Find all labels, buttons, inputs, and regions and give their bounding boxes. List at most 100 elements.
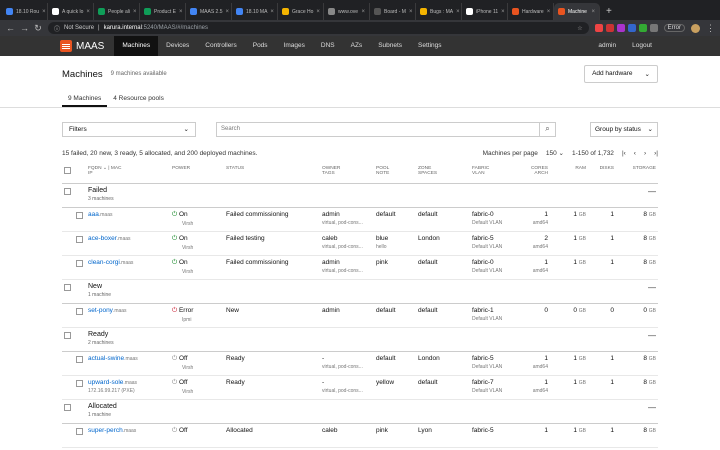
table-row[interactable]: super-perch.maas ⏻ Off Allocated caleb pink L… [62,423,658,448]
group-checkbox[interactable] [64,403,71,411]
add-hardware-button[interactable]: Add hardware ⌄ [584,65,658,83]
machine-hostname-link[interactable]: upward-sole [88,379,123,386]
col-fabric[interactable]: FABRIC VLAN [470,162,520,184]
col-status[interactable]: STATUS [224,162,320,184]
nav-link-images[interactable]: Images [276,36,313,56]
table-row[interactable]: aaa.maas ⏻ On Virsh Failed commissioning adm… [62,207,658,232]
close-icon[interactable]: × [456,9,460,15]
extension-icon[interactable] [638,24,647,32]
row-checkbox[interactable] [76,307,83,315]
group-row[interactable]: Allocated 1 machine — [62,399,658,424]
table-row[interactable]: set-pony.maas ⏻ Error Ipmi New admin default d… [62,303,658,328]
table-row[interactable]: upward-sole.maas 172.16.99.217 (PXE) ⏻ Off… [62,375,658,400]
filters-dropdown[interactable]: Filters ⌄ [62,121,196,137]
power-icon[interactable]: ⏻ [172,259,179,266]
close-icon[interactable]: × [86,9,90,15]
browser-tab[interactable]: Bugs : MA × [416,3,462,20]
col-owner[interactable]: OWNER TAGS [320,162,374,184]
browser-tab[interactable]: 18.10 Rou × [2,3,48,20]
collapse-group-icon[interactable]: — [648,187,656,196]
col-disks[interactable]: DISKS [588,162,616,184]
row-checkbox[interactable] [76,379,83,387]
machine-hostname-link[interactable]: ace-boxer [88,235,117,242]
browser-tab[interactable]: Product E × [140,3,186,20]
power-icon[interactable]: ⏻ [172,235,179,242]
table-row[interactable]: ace-boxer.maas ⏻ On Virsh Failed testing cal… [62,231,658,256]
tab-resource-pools[interactable]: 4 Resource pools [107,92,170,107]
prev-page-icon[interactable]: ‹ [634,150,636,157]
browser-tab[interactable]: A quick lo × [48,3,94,20]
extension-icon[interactable] [594,24,603,32]
close-icon[interactable]: × [42,9,46,15]
col-fqdn[interactable]: FQDN ⌄ | MAC IP [86,162,170,184]
col-ram[interactable]: RAM [550,162,588,184]
close-icon[interactable]: × [133,9,137,15]
search-icon[interactable]: ⌕ [539,122,555,136]
nav-link-subnets[interactable]: Subnets [370,36,410,56]
group-checkbox[interactable] [64,331,71,339]
search-input[interactable]: Search [217,123,539,136]
new-tab-icon[interactable]: + [600,3,618,20]
col-cores[interactable]: CORES ARCH [520,162,550,184]
table-row[interactable]: actual-swine.maas ⏻ Off Virsh Ready - virtual… [62,351,658,376]
close-icon[interactable]: × [409,9,413,15]
close-icon[interactable]: × [226,9,230,15]
profile-avatar[interactable] [691,23,700,33]
browser-tab[interactable]: 18.10 MA × [232,3,278,20]
logout-link[interactable]: Logout [624,36,660,56]
row-checkbox[interactable] [76,235,83,243]
power-icon[interactable]: ⏻ [172,211,179,218]
extension-icon[interactable] [605,24,614,32]
row-checkbox[interactable] [76,211,83,219]
group-by-select[interactable]: Group by status ⌄ [590,121,658,137]
extension-icon[interactable] [616,24,625,32]
browser-tab[interactable]: Board - M × [370,3,416,20]
star-icon[interactable]: ☆ [577,25,582,32]
group-row[interactable]: New 1 machine — [62,279,658,304]
machine-hostname-link[interactable]: actual-swine [88,355,124,362]
machine-hostname-link[interactable]: clean-corgi [88,259,120,266]
first-page-icon[interactable]: |‹ [622,150,626,157]
maas-logo[interactable]: MAAS [60,40,104,52]
machine-hostname-link[interactable]: super-perch [88,427,123,434]
nav-link-pods[interactable]: Pods [245,36,276,56]
close-icon[interactable]: × [179,9,183,15]
group-row[interactable]: Failed 3 machines — [62,183,658,208]
nav-link-devices[interactable]: Devices [158,36,197,56]
power-icon[interactable]: ⏻ [172,307,179,314]
close-icon[interactable]: × [361,9,365,15]
error-pill[interactable]: Error [663,24,685,32]
collapse-group-icon[interactable]: — [648,403,656,412]
tab-machines[interactable]: 9 Machines [62,92,108,107]
col-pool[interactable]: POOL NOTE [374,162,416,184]
power-icon[interactable]: ⏻ [172,427,179,434]
last-page-icon[interactable]: ›| [654,150,658,157]
col-storage[interactable]: STORAGE [616,162,658,184]
close-icon[interactable]: × [316,9,320,15]
nav-link-dns[interactable]: DNS [313,36,343,56]
nav-link-azs[interactable]: AZs [343,36,371,56]
extension-icon[interactable] [649,24,658,32]
browser-tab[interactable]: www.ove × [324,3,370,20]
nav-link-machines[interactable]: Machines [114,36,159,56]
forward-icon[interactable]: → [20,23,29,33]
browser-tab[interactable]: Grace Ho × [278,3,324,20]
collapse-group-icon[interactable]: — [648,283,656,292]
browser-tab[interactable]: iPhone 11 × [462,3,508,20]
machine-hostname-link[interactable]: set-pony [88,307,113,314]
collapse-group-icon[interactable]: — [648,331,656,340]
select-all-checkbox[interactable] [64,167,71,174]
reload-icon[interactable]: ↻ [34,23,42,34]
extension-icon[interactable] [627,24,636,32]
group-checkbox[interactable] [64,283,71,291]
close-icon[interactable]: × [270,9,274,15]
power-icon[interactable]: ⏻ [172,379,179,386]
col-power[interactable]: POWER [170,162,224,184]
browser-tab[interactable]: Machine × [554,3,600,20]
browser-tab[interactable]: People ali × [94,3,140,20]
power-icon[interactable]: ⏻ [172,355,179,362]
back-icon[interactable]: ← [6,23,15,33]
browser-tab[interactable]: Hardware × [508,3,554,20]
user-menu[interactable]: admin [590,36,624,56]
nav-link-controllers[interactable]: Controllers [197,36,244,56]
